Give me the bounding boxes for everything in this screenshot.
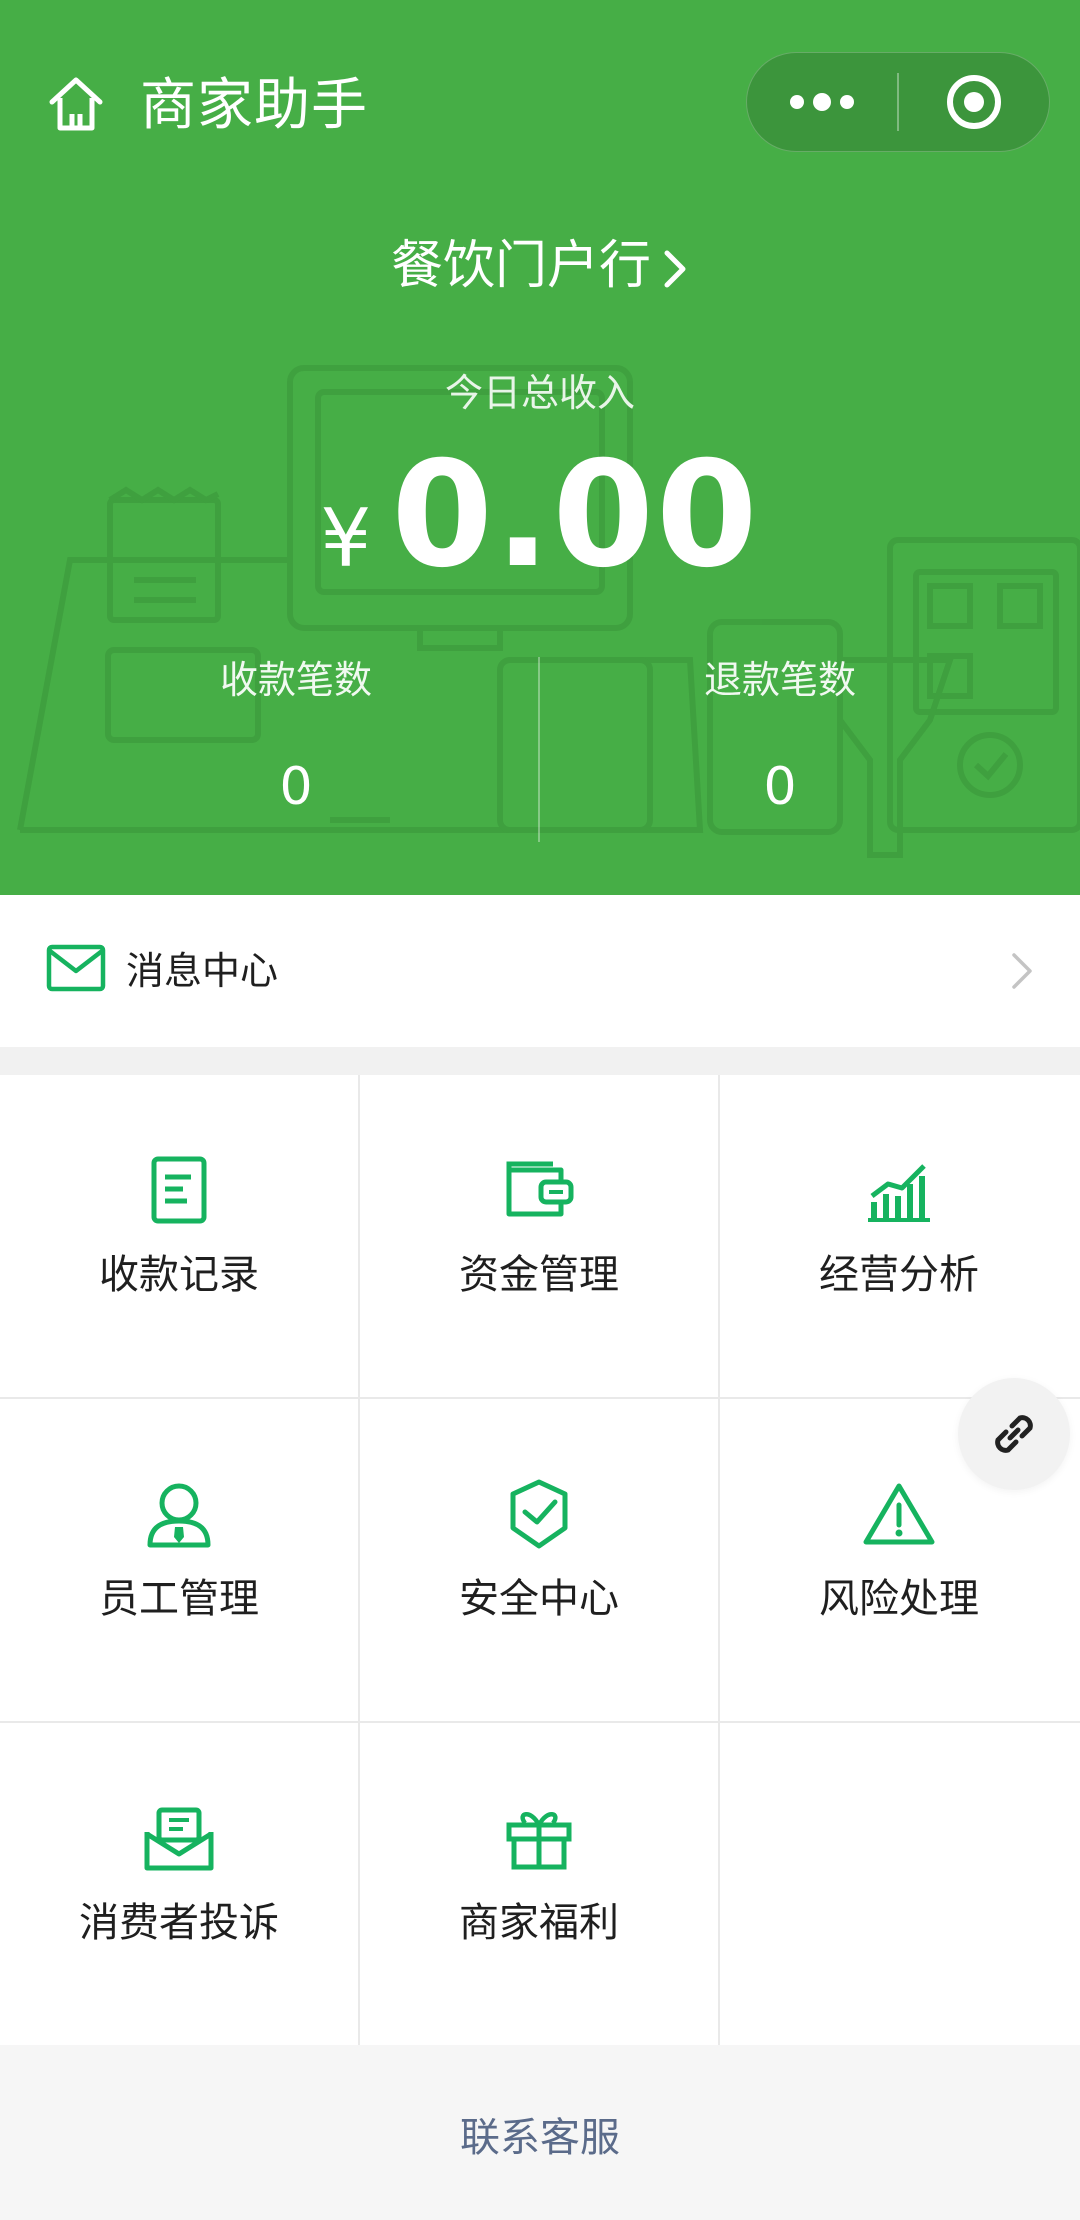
payments-label: 收款笔数 bbox=[219, 658, 372, 702]
warning-icon bbox=[863, 1483, 935, 1545]
link-icon bbox=[995, 1415, 1033, 1453]
contact-service-link[interactable]: 联系客服 bbox=[0, 2110, 1080, 2166]
store-name: 餐饮门户行 bbox=[390, 236, 651, 296]
mail-complaint-icon bbox=[144, 1807, 214, 1871]
grid-item-payment-records[interactable]: 收款记录 bbox=[0, 1075, 358, 1397]
grid-item-fund-management[interactable]: 资金管理 bbox=[360, 1075, 718, 1397]
grid-item-label: 消费者投诉 bbox=[79, 1900, 279, 1946]
more-button[interactable] bbox=[747, 53, 897, 151]
grid-item-business-analysis[interactable]: 经营分析 bbox=[720, 1075, 1078, 1397]
income-amount: ¥0.00 bbox=[0, 440, 1080, 635]
payments-value: 0 bbox=[279, 757, 313, 817]
hero-header: 商家助手 餐饮门户行 今日总收入 ¥0.00 收款笔数 0 退款笔数 0 bbox=[0, 0, 1080, 895]
stats-row: 收款笔数 0 退款笔数 0 bbox=[0, 655, 1080, 842]
currency-symbol: ¥ bbox=[320, 492, 372, 585]
message-center-row[interactable]: 消息中心 bbox=[0, 895, 1080, 1047]
staff-icon bbox=[147, 1483, 211, 1548]
grid-item-empty bbox=[720, 1723, 1078, 2045]
shield-icon bbox=[510, 1479, 568, 1549]
receipt-icon bbox=[151, 1156, 207, 1224]
grid-item-staff-management[interactable]: 员工管理 bbox=[0, 1399, 358, 1721]
payments-stat[interactable]: 收款笔数 0 bbox=[26, 655, 566, 827]
income-value: 0.00 bbox=[391, 430, 760, 600]
grid-item-label: 风险处理 bbox=[819, 1576, 979, 1622]
home-button[interactable] bbox=[40, 68, 112, 140]
grid-item-security-center[interactable]: 安全中心 bbox=[360, 1399, 718, 1721]
grid-item-label: 经营分析 bbox=[819, 1252, 979, 1298]
grid-item-label: 员工管理 bbox=[99, 1576, 259, 1622]
home-icon bbox=[49, 77, 103, 131]
store-selector[interactable]: 餐饮门户行 bbox=[0, 230, 1080, 302]
bar-chart-icon bbox=[868, 1164, 930, 1222]
message-center-label: 消息中心 bbox=[126, 949, 279, 993]
miniprogram-capsule bbox=[746, 52, 1050, 152]
grid-item-merchant-benefits[interactable]: 商家福利 bbox=[360, 1723, 718, 2045]
section-separator bbox=[0, 1047, 1080, 1075]
feature-grid: 收款记录 资金管理 经营分析 员工管理 安全中心 风险处理 消费者投诉 商家福利 bbox=[0, 1075, 1080, 2045]
grid-item-label: 收款记录 bbox=[99, 1252, 259, 1298]
grid-item-label: 商家福利 bbox=[459, 1900, 619, 1946]
gift-icon bbox=[506, 1812, 572, 1870]
more-dots-icon bbox=[790, 93, 854, 111]
income-label: 今日总收入 bbox=[444, 371, 635, 415]
refunds-stat[interactable]: 退款笔数 0 bbox=[510, 655, 1050, 827]
refunds-label: 退款笔数 bbox=[703, 658, 856, 702]
footer: 联系客服 bbox=[0, 2045, 1080, 2220]
target-close-icon bbox=[947, 75, 1001, 129]
floating-link-button[interactable] bbox=[958, 1378, 1070, 1490]
grid-item-consumer-complaints[interactable]: 消费者投诉 bbox=[0, 1723, 358, 2045]
page-title: 商家助手 bbox=[140, 73, 368, 138]
grid-item-label: 资金管理 bbox=[459, 1252, 619, 1298]
close-button[interactable] bbox=[899, 53, 1049, 151]
chevron-right-icon bbox=[664, 250, 686, 288]
envelope-icon bbox=[46, 944, 106, 992]
chevron-right-icon bbox=[1012, 953, 1032, 989]
grid-item-label: 安全中心 bbox=[459, 1576, 619, 1622]
wallet-icon bbox=[506, 1161, 574, 1217]
refunds-value: 0 bbox=[763, 757, 797, 817]
